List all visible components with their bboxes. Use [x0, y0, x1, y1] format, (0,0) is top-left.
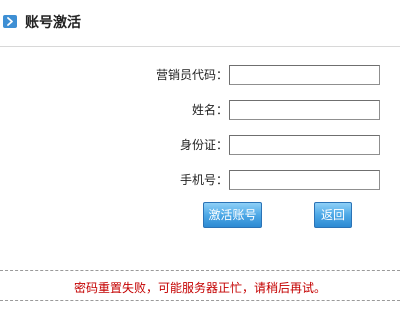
activate-account-button[interactable]: 激活账号 — [203, 202, 262, 228]
field-row-phone: 手机号： — [0, 170, 400, 190]
field-row-agent-code: 营销员代码： — [0, 65, 400, 85]
divider-bottom — [0, 300, 400, 301]
back-button[interactable]: 返回 — [314, 202, 352, 228]
agent-code-label: 营销员代码： — [155, 68, 228, 82]
field-row-id-card: 身份证： — [0, 135, 400, 155]
divider-top — [0, 270, 400, 271]
id-card-label: 身份证： — [179, 138, 228, 152]
chevron-right-icon — [3, 15, 17, 28]
name-input[interactable] — [229, 100, 380, 120]
id-card-input[interactable] — [229, 135, 380, 155]
agent-code-input[interactable] — [229, 65, 380, 85]
field-row-name: 姓名： — [0, 100, 400, 120]
error-message: 密码重置失败，可能服务器正忙，请稍后再试。 — [73, 281, 326, 295]
phone-input[interactable] — [229, 170, 380, 190]
page-header: 账号激活 — [0, 0, 400, 47]
page-title: 账号激活 — [25, 15, 81, 31]
phone-label: 手机号： — [179, 173, 228, 187]
name-label: 姓名： — [191, 103, 228, 117]
